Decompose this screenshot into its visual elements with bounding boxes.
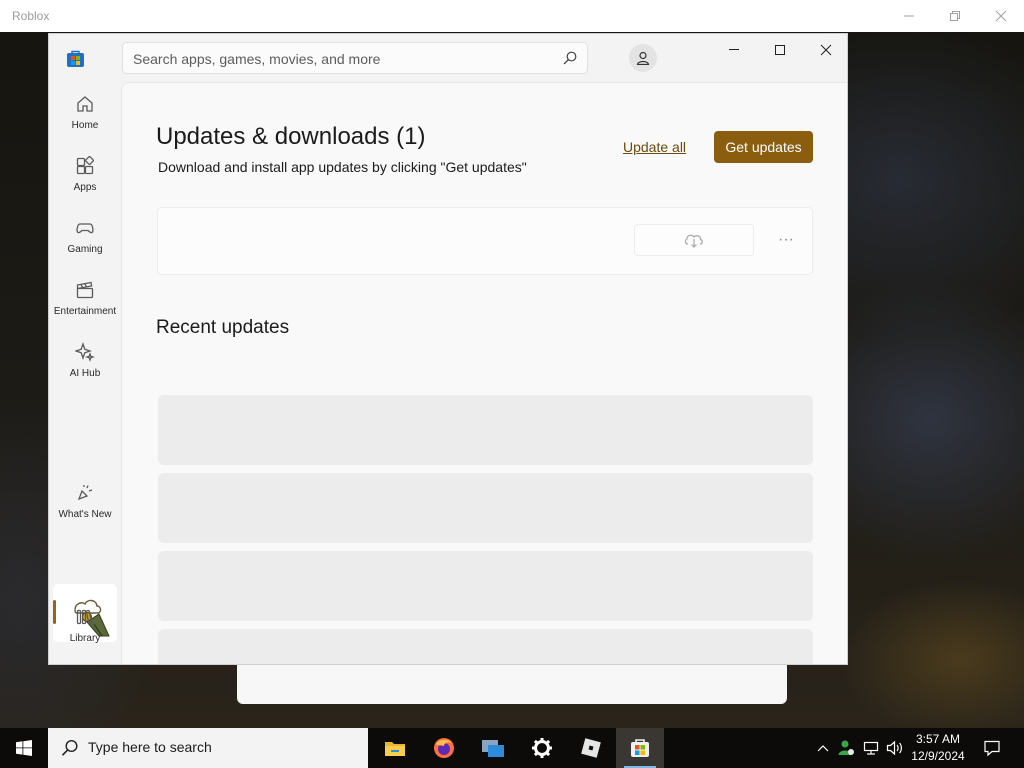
restore-icon [950,11,960,21]
close-icon [820,44,832,56]
file-explorer-icon [385,742,405,756]
page-subtitle: Download and install app updates by clic… [158,159,527,175]
taskbar-firefox[interactable] [420,728,468,768]
sidebar-item-label: Entertainment [53,306,117,317]
taskbar: Type here to search 3:57 AM 12/9/2024 [0,728,1024,768]
sidebar-item-label: Library [69,633,101,644]
close-icon [995,10,1007,22]
desktop-window-icon [482,740,504,757]
search-icon[interactable] [563,51,577,65]
sidebar-item-label: Home [71,120,99,131]
recent-update-placeholder [158,395,813,465]
ai-hub-icon [75,342,95,362]
store-maximize-button[interactable] [757,34,803,66]
microsoft-store-window: Search apps, games, movies, and more Hom… [48,33,848,665]
gaming-icon [76,223,94,234]
roblox-minimize-button[interactable] [886,0,932,32]
entertainment-icon [76,281,94,299]
roblox-icon [581,738,601,758]
taskbar-search-box[interactable]: Type here to search [48,728,368,768]
sidebar-item-ai-hub[interactable]: AI Hub [53,330,117,388]
sidebar-item-gaming[interactable]: Gaming [53,206,117,264]
taskbar-search-placeholder: Type here to search [88,739,212,755]
whats-new-icon [77,485,93,501]
minimize-icon [729,49,739,50]
profile-button[interactable] [629,44,657,72]
sidebar-item-label: What's New [58,509,112,520]
clock-date: 12/9/2024 [911,749,965,763]
firefox-icon [434,738,454,758]
taskbar-clock[interactable]: 3:57 AM 12/9/2024 [904,731,972,765]
store-close-button[interactable] [803,34,847,66]
recent-update-placeholder [158,551,813,621]
library-icon [76,609,93,625]
get-updates-button[interactable]: Get updates [714,131,813,163]
taskbar-microsoft-store[interactable] [616,728,664,768]
apps-icon [76,156,94,175]
roblox-dialog-panel [237,664,787,704]
sidebar-item-label: Gaming [67,244,103,255]
network-icon [863,741,879,755]
search-icon [61,739,78,756]
roblox-close-button[interactable] [978,0,1024,32]
settings-icon [532,738,552,758]
recent-update-placeholder [158,629,813,664]
store-search-placeholder: Search apps, games, movies, and more [133,51,381,67]
sidebar-item-apps[interactable]: Apps [53,144,117,202]
tray-user-status[interactable] [836,728,856,768]
download-update-button[interactable] [634,224,754,256]
recent-updates-title: Recent updates [156,317,290,338]
tray-volume[interactable] [884,728,906,768]
store-minimize-button[interactable] [711,34,757,66]
tray-network[interactable] [860,728,882,768]
store-search-input[interactable]: Search apps, games, movies, and more [122,42,588,74]
sidebar-item-library[interactable]: Library [53,595,117,653]
microsoft-store-icon [631,739,649,757]
sidebar-item-label: Apps [73,182,97,193]
roblox-restore-button[interactable] [932,0,978,32]
sidebar-item-whats-new[interactable]: What's New [53,471,117,529]
start-button[interactable] [0,728,48,768]
notification-icon [984,740,1000,757]
sidebar-item-entertainment[interactable]: Entertainment [53,268,117,326]
updates-page: Updates & downloads (1) Download and ins… [121,82,847,664]
home-icon [77,96,93,112]
cloud-download-icon [684,234,703,248]
taskbar-desktop-window[interactable] [469,728,517,768]
taskbar-settings[interactable] [518,728,566,768]
clock-time: 3:57 AM [915,732,961,746]
maximize-icon [775,45,785,55]
person-icon [636,51,650,65]
page-title: Updates & downloads (1) [156,123,426,150]
chevron-up-icon [817,745,829,752]
store-sidebar: Home Apps Gaming Entertainment AI Hub Wh… [49,82,121,664]
update-all-link[interactable]: Update all [623,139,686,155]
pending-update-card: ··· [157,207,813,275]
sidebar-item-home[interactable]: Home [53,82,117,140]
taskbar-roblox[interactable] [567,728,615,768]
store-logo-icon [67,50,84,67]
windows-logo-icon [16,740,32,756]
roblox-title-bar: Roblox [0,0,1024,32]
minimize-icon [904,15,914,17]
more-options-button[interactable]: ··· [772,224,800,256]
volume-icon [886,740,902,756]
sidebar-item-label: AI Hub [69,368,101,379]
taskbar-file-explorer[interactable] [371,728,419,768]
roblox-window-title: Roblox [12,9,50,23]
recent-update-placeholder [158,473,813,543]
store-header: Search apps, games, movies, and more [49,34,847,82]
show-hidden-icons-button[interactable] [814,728,832,768]
notifications-button[interactable] [978,728,1006,768]
user-status-icon [838,740,854,755]
